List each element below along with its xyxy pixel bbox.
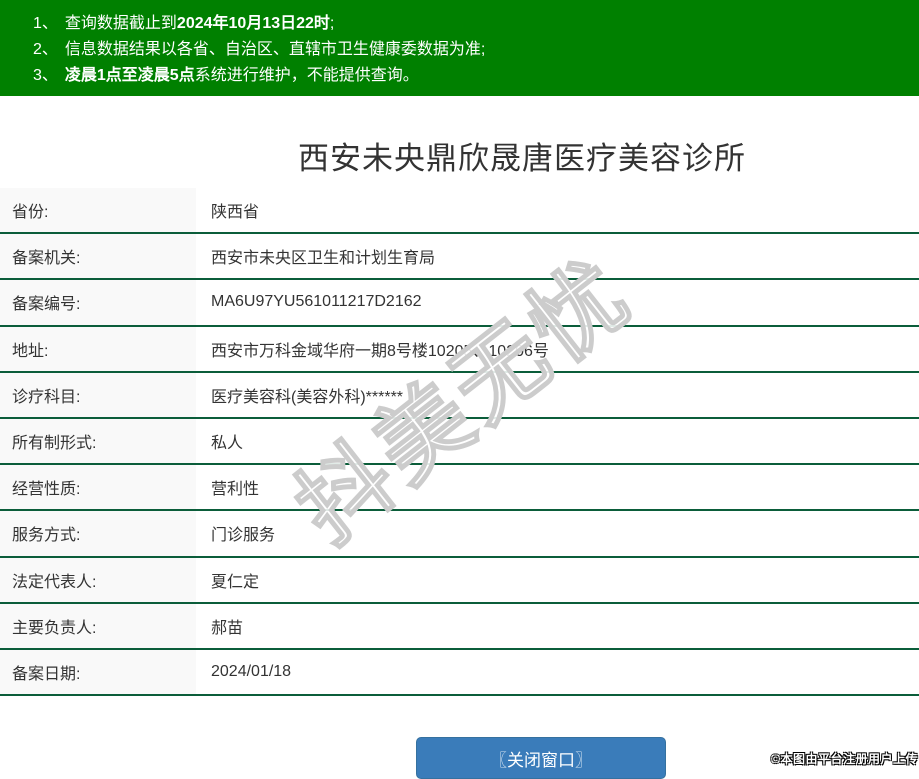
notice-line-2: 2、 信息数据结果以各省、自治区、直辖市卫生健康委数据为准; [33,37,909,63]
row-value: 营利性 [211,481,260,499]
table-row-address: 地址: 西安市万科金域华府一期8号楼10205、10206号 [0,326,919,373]
row-label: 备案日期: [0,649,196,695]
row-value: 郝苗 [211,619,244,637]
row-label: 诊疗科目: [0,372,196,417]
notice-line-text: 信息数据结果以各省、自治区、直辖市卫生健康委数据为准; [64,41,486,58]
page-title: 西安未央鼎欣晟唐医疗美容诊所 [298,141,746,176]
row-label: 法定代表人: [0,557,196,602]
row-label: 所有制形式: [0,418,196,464]
table-row-main-person-in-charge: 主要负责人: 郝苗 [0,603,919,650]
row-value: 医疗美容科(美容外科)****** [211,388,404,406]
uploader-copyright-note: ©本图由平台注册用户上传 [771,752,918,766]
table-row-filing-authority: 备案机关: 西安市未央区卫生和计划生育局 [0,234,919,281]
row-value: 西安市未央区卫生和计划生育局 [211,250,436,268]
notice-line-number: 3、 [33,67,58,84]
notice-line-highlight: 2024年10月13日22时 [176,15,330,32]
notice-line-suffix: ; [329,15,335,32]
notice-line-highlight: 凌晨1点至凌晨5点 [64,67,195,84]
table-row-filing-number: 备案编号: MA6U97YU561011217D2162 [0,280,919,327]
row-label: 省份: [0,188,196,233]
row-label: 地址: [0,326,196,371]
row-label: 备案编号: [0,280,196,325]
row-value: 夏仁定 [211,573,260,591]
row-value: 门诊服务 [211,527,276,545]
notice-line-number: 1、 [33,15,58,32]
row-value: 陕西省 [211,204,260,222]
table-row-province: 省份: 陕西省 [0,188,919,235]
row-label: 备案机关: [0,234,196,279]
notice-line-3: 3、 凌晨1点至凌晨5点系统进行维护，不能提供查询。 [33,63,909,89]
table-row-operating-nature: 经营性质: 营利性 [0,465,919,512]
table-row-service-mode: 服务方式: 门诊服务 [0,511,919,558]
notice-line-1: 1、 查询数据截止到2024年10月13日22时; [33,11,909,37]
row-label: 经营性质: [0,465,196,510]
row-value: MA6U97YU561011217D2162 [211,293,422,311]
notice-line-text: 查询数据截止到 [64,15,177,32]
row-value: 西安市万科金域华府一期8号楼10205、10206号 [211,342,549,360]
notice-line-number: 2、 [33,41,58,58]
info-table: 省份: 陕西省 备案机关: 西安市未央区卫生和计划生育局 备案编号: MA6U97YU… [0,188,919,697]
row-value: 2024/01/18 [211,662,292,680]
table-row-treatment-subjects: 诊疗科目: 医疗美容科(美容外科)****** [0,372,919,419]
table-row-filing-date: 备案日期: 2024/01/18 [0,649,919,697]
close-window-button[interactable]: 〖关闭窗口〗 [416,737,666,779]
row-label: 服务方式: [0,511,196,556]
table-row-ownership-form: 所有制形式: 私人 [0,418,919,466]
table-row-legal-representative: 法定代表人: 夏仁定 [0,557,919,604]
notice-banner: 1、 查询数据截止到2024年10月13日22时; 2、 信息数据结果以各省、自治区… [0,0,919,96]
row-label: 主要负责人: [0,603,196,648]
row-value: 私人 [211,435,244,453]
notice-line-suffix: 系统进行维护，不能提供查询。 [194,67,419,84]
